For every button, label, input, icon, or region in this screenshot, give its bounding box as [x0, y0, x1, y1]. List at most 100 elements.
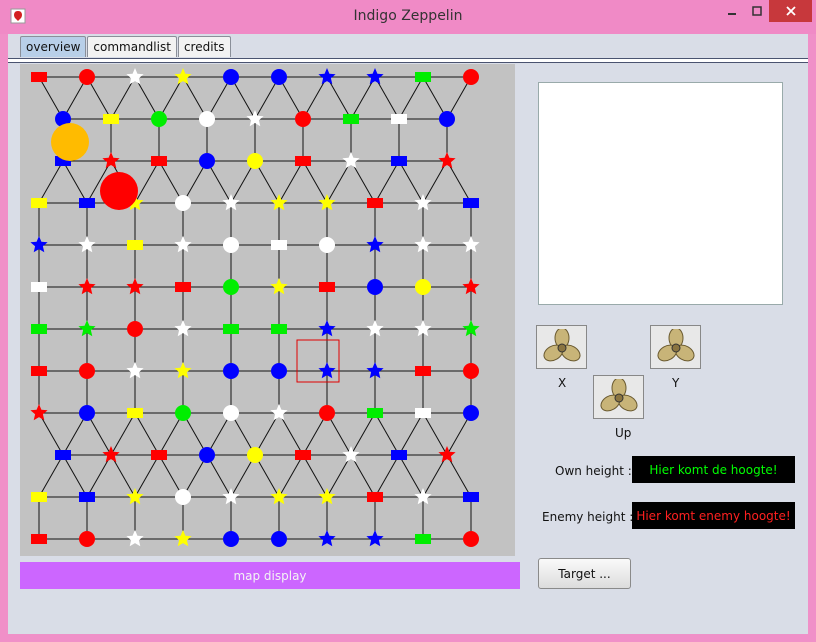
map-rect-node[interactable] [151, 450, 167, 460]
grid-line [110, 412, 136, 456]
map-rect-node[interactable] [463, 492, 479, 502]
map-rect-node[interactable] [151, 156, 167, 166]
map-rect-node[interactable] [127, 408, 143, 418]
map-circle-node[interactable] [199, 111, 215, 127]
map-rect-node[interactable] [391, 156, 407, 166]
game-map[interactable] [20, 64, 515, 556]
map-circle-node[interactable] [271, 531, 287, 547]
map-rect-node[interactable] [31, 282, 47, 292]
map-star-node[interactable] [174, 530, 192, 547]
tab-commandlist[interactable]: commandlist [87, 36, 177, 57]
map-circle-node[interactable] [199, 153, 215, 169]
map-rect-node[interactable] [415, 366, 431, 376]
map-circle-node[interactable] [271, 69, 287, 85]
map-rect-node[interactable] [295, 156, 311, 166]
map-circle-node[interactable] [223, 69, 239, 85]
map-circle-node[interactable] [223, 237, 239, 253]
map-rect-node[interactable] [271, 240, 287, 250]
map-rect-node[interactable] [319, 282, 335, 292]
map-circle-node[interactable] [439, 111, 455, 127]
grid-line [38, 412, 64, 456]
map-circle-node[interactable] [463, 69, 479, 85]
map-star-node[interactable] [438, 152, 456, 169]
map-rect-node[interactable] [391, 114, 407, 124]
map-circle-node[interactable] [175, 195, 191, 211]
map-rect-node[interactable] [127, 240, 143, 250]
map-rect-node[interactable] [175, 282, 191, 292]
map-circle-node[interactable] [319, 237, 335, 253]
map-rect-node[interactable] [223, 324, 239, 334]
map-star-node[interactable] [126, 530, 144, 547]
map-star-node[interactable] [318, 68, 336, 85]
map-rect-node[interactable] [391, 450, 407, 460]
map-star-node[interactable] [102, 152, 120, 169]
map-star-node[interactable] [366, 68, 384, 85]
tab-credits[interactable]: credits [177, 36, 231, 57]
map-star-node[interactable] [30, 404, 48, 421]
map-circle-node[interactable] [463, 405, 479, 421]
maximize-button[interactable] [745, 0, 769, 22]
minimize-button[interactable] [719, 0, 745, 22]
map-circle-node[interactable] [127, 321, 143, 337]
target-button[interactable]: Target ... [538, 558, 631, 589]
map-circle-node[interactable] [295, 111, 311, 127]
map-rect-node[interactable] [79, 198, 95, 208]
map-rect-node[interactable] [31, 324, 47, 334]
map-star-node[interactable] [102, 446, 120, 463]
map-circle-node[interactable] [175, 405, 191, 421]
tab-overview[interactable]: overview [20, 36, 87, 57]
map-rect-node[interactable] [31, 198, 47, 208]
map-circle-node[interactable] [223, 531, 239, 547]
map-star-node[interactable] [342, 446, 360, 463]
map-circle-node[interactable] [79, 405, 95, 421]
map-circle-node[interactable] [79, 363, 95, 379]
map-circle-node[interactable] [199, 447, 215, 463]
map-rect-node[interactable] [415, 534, 431, 544]
map-rect-node[interactable] [271, 324, 287, 334]
map-rect-node[interactable] [367, 408, 383, 418]
map-circle-node[interactable] [415, 279, 431, 295]
map-circle-node[interactable] [247, 153, 263, 169]
map-star-node[interactable] [270, 404, 288, 421]
map-star-node[interactable] [342, 152, 360, 169]
map-circle-node[interactable] [151, 111, 167, 127]
map-rect-node[interactable] [343, 114, 359, 124]
map-circle-node[interactable] [175, 489, 191, 505]
map-rect-node[interactable] [31, 366, 47, 376]
map-circle-node[interactable] [223, 363, 239, 379]
map-rect-node[interactable] [415, 72, 431, 82]
map-rect-node[interactable] [31, 72, 47, 82]
map-circle-node[interactable] [247, 447, 263, 463]
map-rect-node[interactable] [295, 450, 311, 460]
map-star-node[interactable] [318, 530, 336, 547]
map-circle-node[interactable] [79, 531, 95, 547]
close-button[interactable] [769, 0, 812, 22]
map-circle-node[interactable] [79, 69, 95, 85]
map-star-node[interactable] [438, 446, 456, 463]
map-rect-node[interactable] [103, 114, 119, 124]
map-grid[interactable] [20, 64, 515, 556]
map-rect-node[interactable] [415, 408, 431, 418]
map-circle-node[interactable] [319, 405, 335, 421]
map-star-node[interactable] [174, 68, 192, 85]
map-rect-node[interactable] [367, 492, 383, 502]
map-star-node[interactable] [126, 68, 144, 85]
map-rect-node[interactable] [55, 450, 71, 460]
grid-line [278, 454, 304, 498]
map-circle-node[interactable] [223, 405, 239, 421]
map-circle-node[interactable] [223, 279, 239, 295]
move-y-button[interactable] [650, 325, 701, 369]
map-star-node[interactable] [366, 530, 384, 547]
map-rect-node[interactable] [31, 534, 47, 544]
map-rect-node[interactable] [463, 198, 479, 208]
move-x-button[interactable] [536, 325, 587, 369]
map-circle-node[interactable] [271, 363, 287, 379]
map-rect-node[interactable] [367, 198, 383, 208]
map-circle-node[interactable] [463, 363, 479, 379]
map-rect-node[interactable] [79, 492, 95, 502]
move-up-button[interactable] [593, 375, 644, 419]
map-rect-node[interactable] [31, 492, 47, 502]
map-circle-node[interactable] [367, 279, 383, 295]
grid-line [302, 160, 328, 204]
map-circle-node[interactable] [463, 531, 479, 547]
